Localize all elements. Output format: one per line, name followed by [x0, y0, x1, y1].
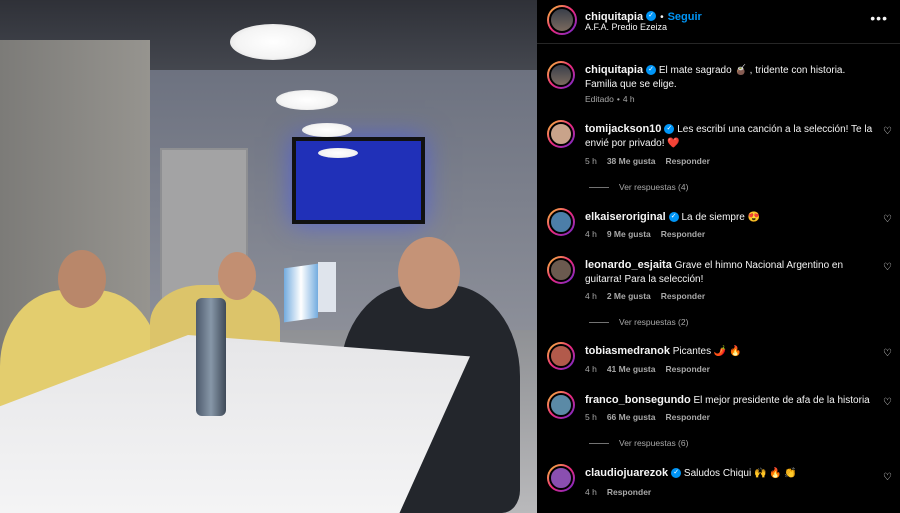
- view-replies-label: Ver respuestas (4): [619, 182, 689, 192]
- comment-time: 5 h: [585, 412, 597, 422]
- photo-lamp: [302, 123, 352, 137]
- comment-username[interactable]: franco_bonsegundo: [585, 394, 691, 406]
- caption-username[interactable]: chiquitapia: [585, 64, 643, 76]
- reply-button[interactable]: Responder: [661, 229, 705, 239]
- photo-mate-bottle: [196, 298, 226, 416]
- commenter-avatar[interactable]: [547, 256, 575, 284]
- comment-meta: 4 h 9 Me gusta Responder: [585, 229, 715, 239]
- comment-username[interactable]: tomijackson10: [585, 123, 661, 135]
- comment-likes[interactable]: 9 Me gusta: [607, 229, 651, 239]
- comment-meta: 5 h 38 Me gusta Responder: [585, 156, 720, 166]
- post-header: chiquitapia ✓ • Seguir A.F.A. Predio Ezeiza…: [537, 0, 900, 44]
- photo-lamp: [318, 148, 358, 158]
- follow-button[interactable]: Seguir: [668, 11, 702, 23]
- photo-person-right-head: [398, 237, 460, 309]
- comment-body: tomijackson10 ✓ Les escribí una canción a…: [585, 122, 875, 151]
- comment-username[interactable]: claudiojuarezok: [585, 467, 668, 479]
- reply-button[interactable]: Responder: [661, 291, 705, 301]
- comment-likes[interactable]: 41 Me gusta: [607, 364, 656, 374]
- reply-button[interactable]: Responder: [665, 412, 709, 422]
- comment-text: La de siempre 😍: [681, 212, 761, 223]
- comment-body: tobiasmedranok Picantes 🌶️ 🔥: [585, 344, 875, 359]
- more-options-icon[interactable]: •••: [870, 10, 888, 26]
- photo-flag: [318, 262, 336, 312]
- caption-body: chiquitapia ✓ El mate sagrado 🧉 , trident…: [585, 63, 875, 92]
- caption-author-avatar[interactable]: [547, 61, 575, 89]
- photo-person-middle-head: [218, 252, 256, 300]
- view-replies-label: Ver respuestas (2): [619, 317, 689, 327]
- comment-username[interactable]: elkaiseroriginal: [585, 211, 666, 223]
- comment-time: 4 h: [585, 364, 597, 374]
- photo-lamp: [276, 90, 338, 110]
- author-avatar[interactable]: [547, 5, 577, 35]
- view-replies-button[interactable]: Ver respuestas (6): [589, 438, 688, 448]
- photo-person-left-head: [58, 250, 106, 308]
- verified-badge-icon: ✓: [646, 10, 657, 21]
- comment-time: 4 h: [585, 229, 597, 239]
- commenter-avatar[interactable]: [547, 208, 575, 236]
- comment-time: 5 h: [585, 156, 597, 166]
- photo-flag-argentina: [284, 263, 318, 323]
- comment-likes[interactable]: 2 Me gusta: [607, 291, 651, 301]
- reply-button[interactable]: Responder: [665, 364, 709, 374]
- comment-meta: 4 h 2 Me gusta Responder: [585, 291, 715, 301]
- like-heart-icon[interactable]: ♡: [883, 397, 892, 408]
- verified-badge-icon: ✓: [671, 468, 682, 479]
- post-location[interactable]: A.F.A. Predio Ezeiza: [585, 22, 667, 32]
- comment-username[interactable]: leonardo_esjaita: [585, 259, 672, 271]
- reply-button[interactable]: Responder: [665, 156, 709, 166]
- like-heart-icon[interactable]: ♡: [883, 348, 892, 359]
- comment-likes[interactable]: 66 Me gusta: [607, 412, 656, 422]
- commenter-avatar[interactable]: [547, 342, 575, 370]
- like-heart-icon[interactable]: ♡: [883, 214, 892, 225]
- like-heart-icon[interactable]: ♡: [883, 262, 892, 273]
- caption-time: 4 h: [622, 94, 635, 104]
- post-side-panel: chiquitapia ✓ • Seguir A.F.A. Predio Ezeiza…: [537, 0, 900, 513]
- view-replies-button[interactable]: Ver respuestas (2): [589, 317, 688, 327]
- comment-username[interactable]: tobiasmedranok: [585, 345, 670, 357]
- comment-likes[interactable]: 38 Me gusta: [607, 156, 656, 166]
- post-photo[interactable]: [0, 0, 537, 513]
- photo-lamp: [230, 24, 316, 60]
- view-replies-button[interactable]: Ver respuestas (4): [589, 182, 688, 192]
- comment-body: leonardo_esjaita Grave el himno Nacional…: [585, 258, 875, 287]
- view-replies-label: Ver respuestas (6): [619, 438, 689, 448]
- comment-time: 4 h: [585, 291, 597, 301]
- comment-text: El mejor presidente de afa de la histori…: [693, 395, 870, 406]
- commenter-avatar[interactable]: [547, 120, 575, 148]
- meta-separator: •: [616, 94, 620, 104]
- verified-badge-icon: ✓: [668, 212, 679, 223]
- reply-button[interactable]: Responder: [607, 487, 651, 497]
- comment-text: Picantes 🌶️ 🔥: [672, 346, 742, 357]
- comment-meta: 4 h 41 Me gusta Responder: [585, 364, 720, 374]
- photo-tv-screen: [292, 137, 425, 224]
- comment-body: franco_bonsegundo El mejor presidente de…: [585, 393, 875, 408]
- comment-meta: 5 h 66 Me gusta Responder: [585, 412, 720, 422]
- verified-badge-icon: ✓: [646, 65, 657, 76]
- commenter-avatar[interactable]: [547, 391, 575, 419]
- like-heart-icon[interactable]: ♡: [883, 126, 892, 137]
- comment-body: elkaiseroriginal ✓ La de siempre 😍: [585, 210, 875, 225]
- like-heart-icon[interactable]: ♡: [883, 472, 892, 483]
- verified-badge-icon: ✓: [664, 124, 675, 135]
- caption-edited: Editado: [585, 94, 614, 104]
- commenter-avatar[interactable]: [547, 464, 575, 492]
- comment-text: Saludos Chiqui 🙌 🔥 👏: [683, 468, 797, 479]
- comment-body: claudiojuarezok ✓ Saludos Chiqui 🙌 🔥 👏: [585, 466, 875, 481]
- comment-meta: 4 h Responder: [585, 487, 661, 497]
- comment-time: 4 h: [585, 487, 597, 497]
- caption-meta: Editado • 4 h: [585, 94, 645, 104]
